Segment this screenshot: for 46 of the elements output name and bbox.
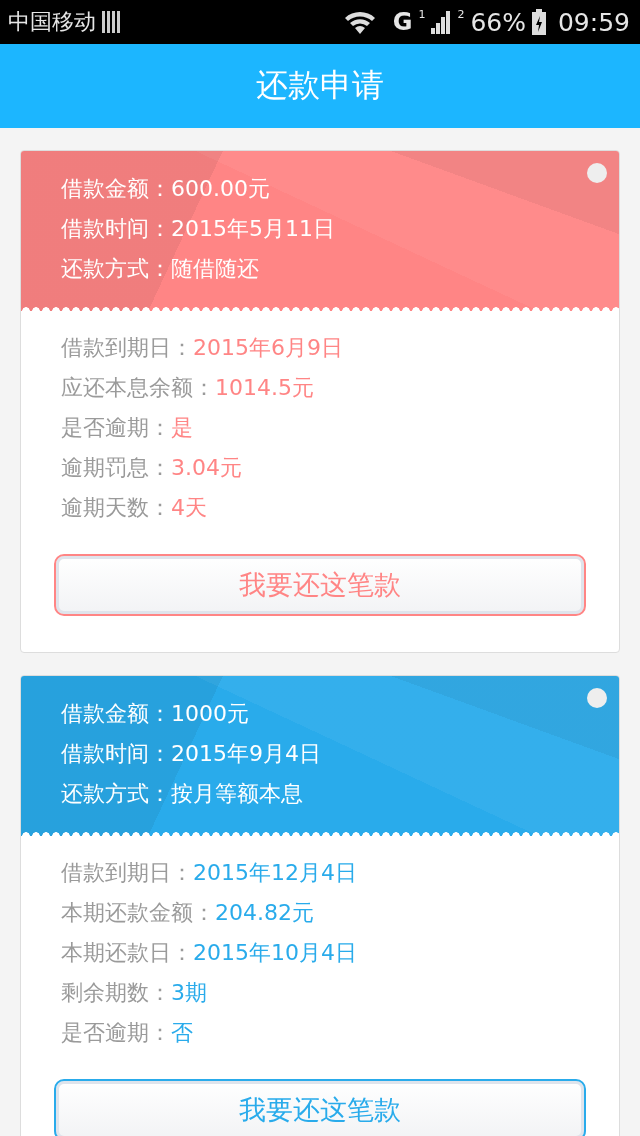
field-label: 借款时间： [61,741,171,766]
field-label: 本期还款金额： [61,900,215,925]
field-value: 3.04元 [171,455,242,480]
field-label: 借款到期日： [61,335,193,360]
field-label: 借款时间： [61,216,171,241]
repay-button[interactable]: 我要还这笔款 [54,1079,586,1136]
field-label: 剩余期数： [61,980,171,1005]
page-title: 还款申请 [256,65,384,106]
field-value: 204.82元 [215,900,314,925]
field-value: 2015年5月11日 [171,216,335,241]
field-value: 600.00元 [171,176,270,201]
battery-level: 66% [470,7,526,37]
sim-number: 2 [457,8,465,21]
field-value: 是 [171,415,193,440]
field-label: 借款金额： [61,176,171,201]
field-value: 2015年10月4日 [193,940,357,965]
carrier-name: 中国移动 [8,8,96,36]
field-label: 逾期罚息： [61,455,171,480]
field-value: 2015年6月9日 [193,335,343,360]
field-value: 2015年12月4日 [193,860,357,885]
field-value: 2015年9月4日 [171,741,321,766]
field-label: 还款方式： [61,781,171,806]
sim-number: 1 [418,8,426,21]
network-type: G [392,8,413,36]
field-label: 应还本息余额： [61,375,215,400]
repay-button[interactable]: 我要还这笔款 [54,554,586,616]
field-label: 逾期天数： [61,495,171,520]
field-label: 是否逾期： [61,1020,171,1045]
field-value: 1000元 [171,701,249,726]
signal-bars-icon [102,11,122,33]
radio-button[interactable] [587,163,607,183]
field-label: 借款到期日： [61,860,193,885]
radio-button[interactable] [587,688,607,708]
field-value: 3期 [171,980,207,1005]
field-value: 随借随还 [171,256,259,281]
field-value: 1014.5元 [215,375,314,400]
clock: 09:59 [557,7,630,37]
field-value: 按月等额本息 [171,781,303,806]
field-label: 本期还款日： [61,940,193,965]
field-value: 否 [171,1020,193,1045]
field-label: 还款方式： [61,256,171,281]
field-label: 是否逾期： [61,415,171,440]
signal-icon [431,10,452,34]
battery-icon [531,9,546,35]
field-value: 4天 [171,495,207,520]
field-label: 借款金额： [61,701,171,726]
